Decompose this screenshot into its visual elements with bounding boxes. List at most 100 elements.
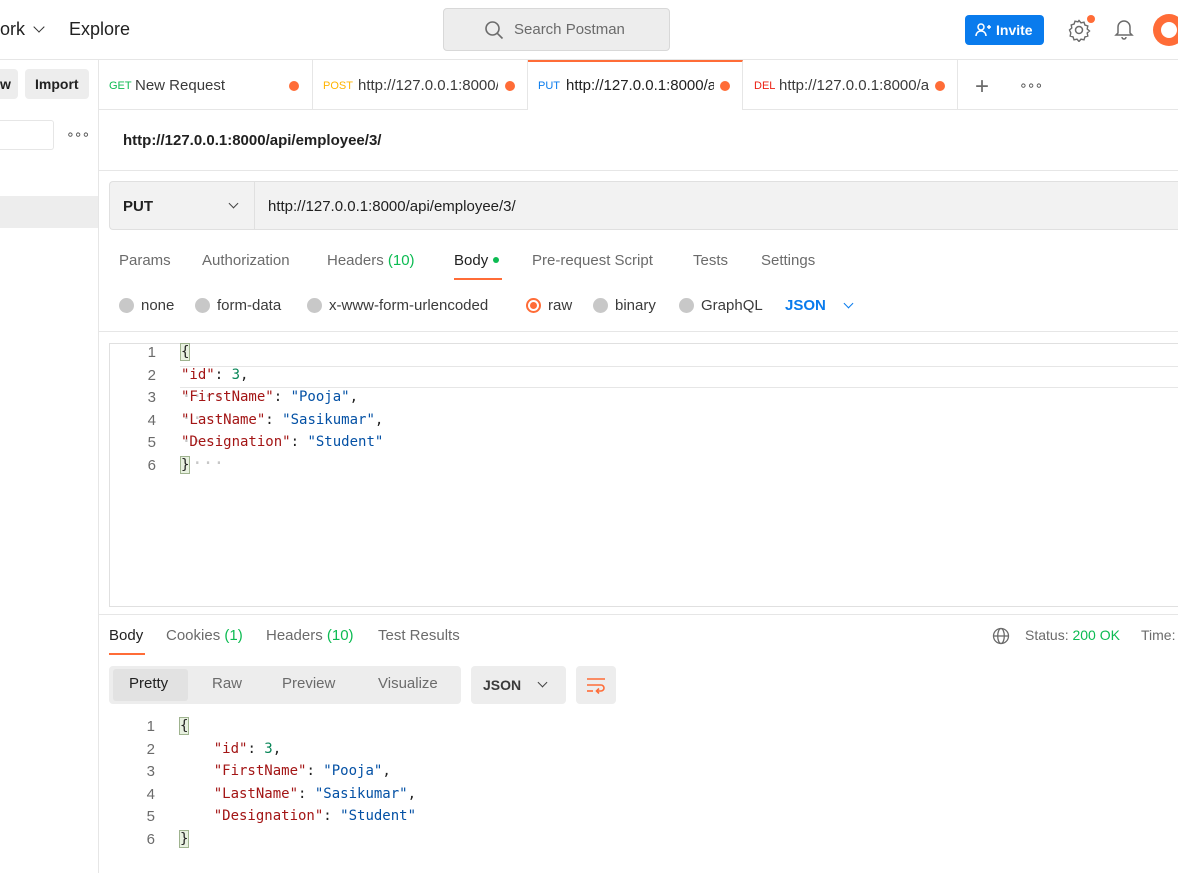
json-value: "Pooja": [290, 389, 350, 405]
tab-response-body[interactable]: Body: [109, 627, 143, 644]
bell-icon[interactable]: [1114, 18, 1134, 40]
json-value: "Student": [307, 434, 384, 450]
code-text: ···· "Designation": "Student": [181, 434, 384, 474]
response-tabs: Body Cookies (1) Headers (10) Test Resul…: [99, 615, 1178, 659]
code-line: 3 "FirstName": "Pooja",: [109, 763, 1178, 785]
brace: {: [178, 717, 190, 735]
radio-circle: [195, 298, 210, 313]
line-number: 4: [146, 785, 155, 803]
tab-headers[interactable]: Headers (10): [327, 252, 415, 269]
view-raw[interactable]: Raw: [212, 675, 242, 692]
sidebar-item-selected[interactable]: [0, 196, 98, 228]
tab-label: http://127.0.0.1:8000/ap: [779, 77, 929, 94]
radio-circle: [679, 298, 694, 313]
response-format-select[interactable]: JSON: [471, 666, 566, 704]
json-value: 3: [264, 740, 273, 757]
sidebar: w Import ∘∘∘: [0, 60, 99, 873]
search-input[interactable]: Search Postman: [443, 8, 670, 51]
sidebar-filter-input[interactable]: [0, 120, 54, 150]
tab-response-cookies[interactable]: Cookies (1): [166, 627, 243, 644]
chevron-down-icon: [537, 677, 548, 688]
tab-params[interactable]: Params: [119, 252, 171, 269]
tab-new-request[interactable]: GET New Request: [99, 60, 313, 110]
request-body-editor[interactable]: 1{2 ···· "id": 3, 3 ···· "FirstName": "Pooja"…: [109, 343, 1178, 607]
tab-post-request[interactable]: POST http://127.0.0.1:8000/a: [313, 60, 528, 110]
tab-body-label: Body: [454, 252, 489, 269]
avatar[interactable]: [1153, 14, 1178, 46]
cookies-count: (1): [224, 627, 243, 644]
response-view-selector: Pretty Raw Preview Visualize: [109, 666, 461, 704]
method-label: PUT: [123, 198, 153, 215]
brace: }: [178, 829, 190, 848]
tab-delete-request[interactable]: DEL http://127.0.0.1:8000/ap: [743, 60, 958, 110]
url-input[interactable]: http://127.0.0.1:8000/api/employee/3/: [268, 198, 516, 215]
line-number: 2: [147, 366, 156, 384]
status-label: Status:: [1025, 627, 1069, 643]
import-button[interactable]: Import: [25, 69, 89, 99]
code-text: }: [178, 829, 190, 848]
line-number: 2: [146, 740, 155, 758]
json-key: "FirstName": [181, 389, 274, 405]
tab-prerequest-script[interactable]: Pre-request Script: [532, 252, 653, 269]
tab-headers-label: Headers: [266, 627, 323, 644]
tab-put-request[interactable]: PUT http://127.0.0.1:8000/ap: [528, 60, 743, 110]
tab-body[interactable]: Body: [454, 252, 500, 269]
tab-response-headers[interactable]: Headers (10): [266, 627, 354, 644]
code-line: 2 "id": 3,: [109, 741, 1178, 763]
explore-link[interactable]: Explore: [69, 19, 130, 40]
radio-circle-selected: [526, 298, 541, 313]
new-button-label: w: [0, 76, 11, 92]
chevron-down-icon[interactable]: [33, 21, 45, 33]
response-body-viewer[interactable]: 1{2 "id": 3, 3 "FirstName": "Pooja", 4 "La…: [109, 717, 1178, 868]
body-format-label: JSON: [785, 297, 826, 314]
line-number: 3: [146, 763, 155, 780]
invite-button[interactable]: Invite: [965, 15, 1044, 45]
view-pretty[interactable]: Pretty: [129, 675, 168, 692]
code-text: "LastName": "Sasikumar",: [180, 786, 416, 802]
radio-circle: [593, 298, 608, 313]
divider: [99, 331, 1178, 332]
json-key: "Designation": [181, 434, 291, 450]
more-options-icon[interactable]: ∘∘∘: [66, 126, 90, 143]
tab-authorization[interactable]: Authorization: [202, 252, 290, 269]
tab-label: New Request: [135, 77, 226, 94]
radio-label: raw: [548, 297, 573, 314]
chevron-down-icon: [228, 198, 239, 209]
add-tab-icon[interactable]: +: [975, 73, 989, 101]
workspace-label[interactable]: ork: [0, 19, 25, 39]
wrap-lines-button[interactable]: [576, 666, 616, 704]
unsaved-dot: [505, 81, 515, 91]
json-key: "FirstName": [213, 763, 307, 779]
workspace-menu[interactable]: ork: [0, 19, 45, 40]
new-button[interactable]: w: [0, 69, 18, 99]
url-bar: PUT http://127.0.0.1:8000/api/employee/3…: [109, 181, 1178, 230]
request-tabs: GET New Request POST http://127.0.0.1:80…: [99, 60, 1178, 110]
code-text: {: [179, 343, 191, 361]
json-value: "Sasikumar": [314, 785, 408, 802]
code-text: ···· "FirstName": "Pooja",: [181, 389, 359, 429]
code-line: 5 "Designation": "Student": [109, 808, 1178, 830]
wrap-lines-icon: [587, 678, 605, 694]
code-text: {: [178, 717, 190, 735]
tab-method: PUT: [538, 80, 560, 92]
tab-tests[interactable]: Tests: [693, 252, 728, 269]
method-select[interactable]: PUT: [110, 182, 255, 229]
globe-icon[interactable]: [992, 627, 1010, 645]
request-title[interactable]: http://127.0.0.1:8000/api/employee/3/: [123, 132, 381, 149]
radio-label: x-www-form-urlencoded: [329, 297, 489, 314]
brace: {: [179, 343, 191, 361]
tab-settings[interactable]: Settings: [761, 252, 815, 269]
tab-more-icon[interactable]: ∘∘∘: [1019, 77, 1043, 94]
json-key: "LastName": [213, 785, 299, 802]
unsaved-dot: [289, 81, 299, 91]
code-line: 4 "LastName": "Sasikumar",: [109, 786, 1178, 808]
tab-cookies-label: Cookies: [166, 627, 221, 644]
unsaved-dot: [935, 81, 945, 91]
view-preview[interactable]: Preview: [282, 675, 335, 692]
json-key: "id": [181, 366, 215, 383]
view-visualize[interactable]: Visualize: [378, 675, 438, 692]
body-format-select[interactable]: JSON: [785, 297, 854, 314]
json-value: 3: [231, 366, 241, 383]
tab-test-results[interactable]: Test Results: [378, 627, 460, 644]
